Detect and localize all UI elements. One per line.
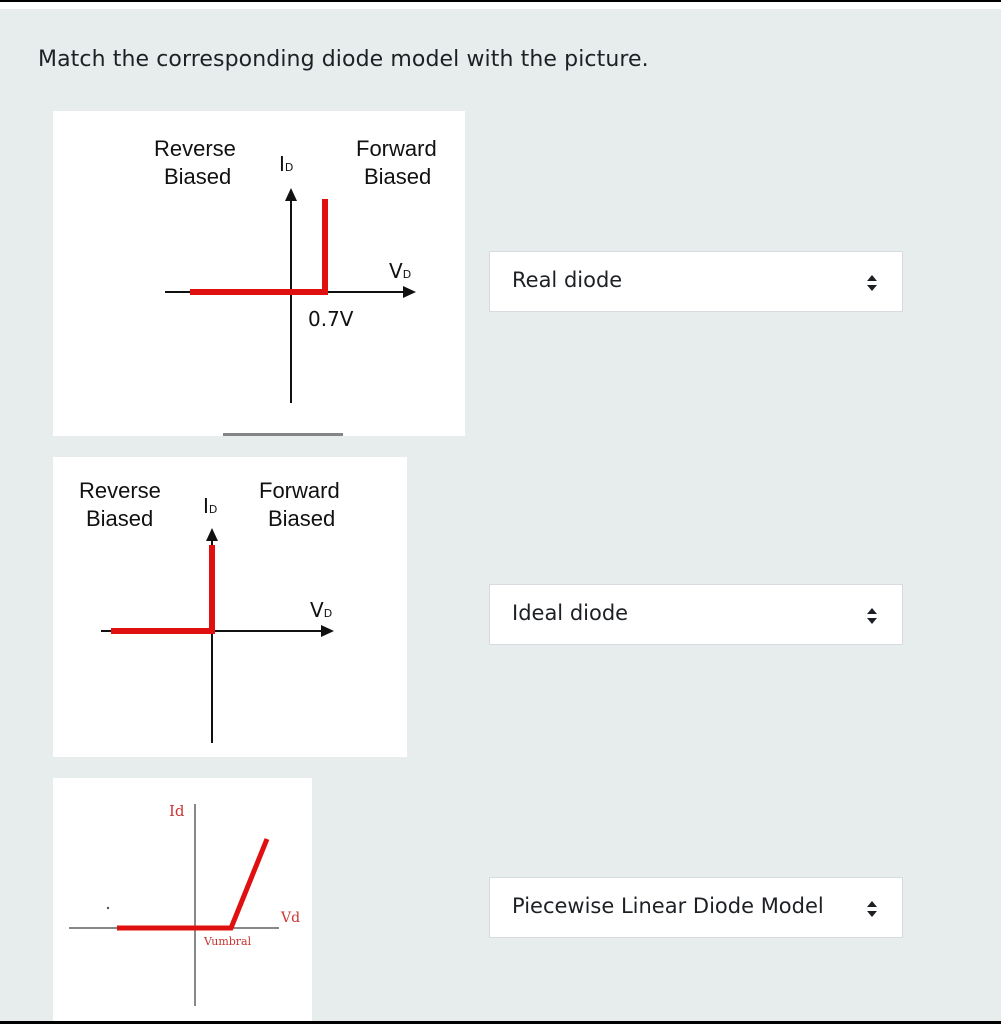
top-border — [0, 0, 1001, 2]
diode-graph-3-svg: Id Vd Vumbral — [69, 802, 300, 1006]
reverse-label-line2: Biased — [164, 164, 231, 189]
knee-voltage-label: 0.7V — [308, 307, 354, 331]
voltage-axis-label: VD — [310, 598, 332, 622]
y-axis-arrow — [206, 528, 218, 541]
stray-dot — [106, 906, 110, 910]
cropped-caption-remnant — [223, 433, 343, 436]
current-axis-label: Id — [169, 802, 185, 820]
reverse-label-line1: Reverse — [79, 478, 161, 503]
voltage-axis-label: VD — [389, 259, 411, 283]
diode-curve — [190, 199, 328, 295]
diode-curve — [111, 545, 215, 634]
answer-select-1-value: Real diode — [512, 268, 623, 292]
x-axis-arrow — [321, 625, 334, 637]
current-axis-label: ID — [279, 152, 293, 176]
answer-select-3[interactable]: Piecewise Linear Diode Model — [489, 877, 903, 938]
voltage-axis-label: Vd — [280, 910, 300, 926]
forward-label-line1: Forward — [259, 478, 340, 503]
reverse-label-line1: Reverse — [154, 136, 236, 161]
y-axis-arrow — [285, 188, 297, 201]
current-axis-label: ID — [203, 494, 217, 518]
diode-graph-2: Reverse Biased Forward Biased ID VD — [53, 457, 407, 757]
answer-select-2[interactable]: Ideal diode — [489, 584, 903, 645]
reverse-label-line2: Biased — [86, 506, 153, 531]
diode-graph-3: Id Vd Vumbral — [53, 778, 312, 1021]
forward-label-line2: Biased — [268, 506, 335, 531]
select-arrows-icon — [867, 608, 877, 624]
answer-select-3-value: Piecewise Linear Diode Model — [512, 894, 824, 918]
select-arrows-icon — [867, 901, 877, 917]
forward-label-line1: Forward — [356, 136, 437, 161]
answer-select-1[interactable]: Real diode — [489, 251, 903, 312]
x-axis-arrow — [403, 286, 416, 298]
diode-curve — [117, 838, 270, 931]
diode-graph-2-svg: Reverse Biased Forward Biased ID VD — [79, 478, 340, 743]
knee-voltage-label: Vumbral — [203, 935, 252, 948]
diode-graph-1-svg: Reverse Biased Forward Biased ID VD 0.7V — [154, 136, 437, 436]
diode-graph-1: Reverse Biased Forward Biased ID VD 0.7V — [53, 111, 465, 436]
select-arrows-icon — [867, 275, 877, 291]
question-text: Match the corresponding diode model with… — [38, 47, 649, 72]
forward-label-line2: Biased — [364, 164, 431, 189]
answer-select-2-value: Ideal diode — [512, 601, 629, 625]
